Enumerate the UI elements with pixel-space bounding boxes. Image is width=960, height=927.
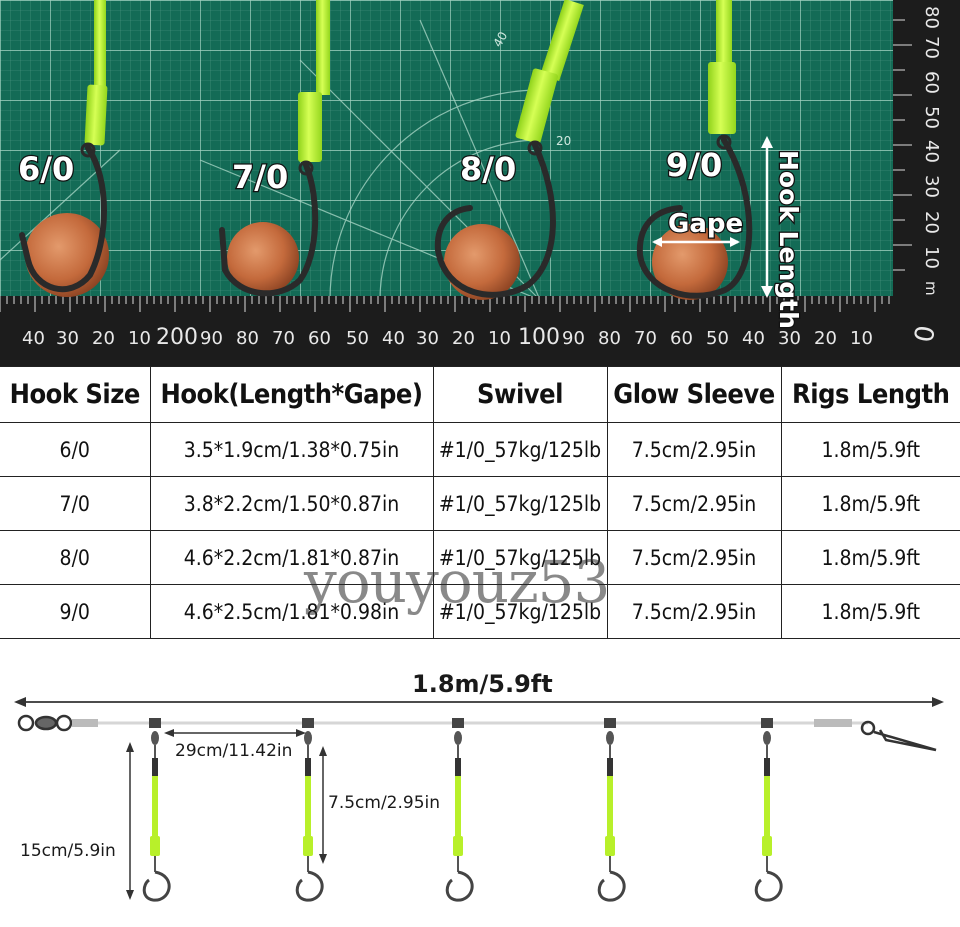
ruler-bottom-number: 70 [272, 328, 295, 349]
ruler-bottom-number: 10 [128, 328, 151, 349]
column-header: Hook(Length*Gape) [149, 366, 434, 423]
hook-spec-table: Hook Size Hook(Length*Gape) Swivel Glow … [0, 366, 960, 639]
total-length-arrow [14, 697, 944, 707]
sleeve-length-arrow [319, 746, 327, 864]
ruler-bottom-number: 30 [416, 328, 439, 349]
table-cell: 1.8m/5.9ft [780, 584, 960, 639]
ruler-bottom-number: 20 [452, 328, 475, 349]
hook-size-photo: 40 20 80 70 60 50 40 30 20 10 mm 40 30 20 1… [0, 0, 960, 366]
ruler-bottom-number: 10 [488, 328, 511, 349]
ruler-right-number: 20 [921, 211, 942, 234]
spacing-label: 29cm/11.42in [175, 741, 292, 761]
table-cell: 4.6*2.5cm/1.81*0.98in [149, 584, 434, 639]
ruler-right-number: 30 [921, 175, 942, 198]
total-length-label: 1.8m/5.9ft [412, 670, 553, 698]
ruler-bottom-number: 40 [22, 328, 45, 349]
ruler-bottom-number: 50 [346, 328, 369, 349]
dropper-rig [597, 718, 626, 902]
penny [444, 224, 520, 300]
dropper-rig [754, 718, 783, 902]
dropper-rig [445, 718, 474, 902]
ruler-right-number: 50 [921, 106, 942, 129]
hook-label-6-0: 6/0 [18, 150, 74, 188]
column-header: Hook Size [0, 366, 151, 423]
column-header: Rigs Length [780, 366, 960, 423]
table-cell: 7.5cm/2.95in [606, 476, 782, 531]
gape-label: Gape [668, 209, 743, 239]
table-cell: #1/0_57kg/125lb [432, 476, 608, 531]
hook-label-7-0: 7/0 [232, 158, 288, 196]
table-cell: 7/0 [0, 476, 151, 531]
ruler-bottom-number: 70 [634, 328, 657, 349]
dropper-length-arrow [126, 742, 134, 900]
table-cell: 7.5cm/2.95in [606, 422, 782, 477]
ruler-bottom-number: 30 [778, 328, 801, 349]
column-header: Swivel [432, 366, 608, 423]
ruler-bottom-number: 50 [706, 328, 729, 349]
table-cell: 1.8m/5.9ft [780, 476, 960, 531]
ruler-right-number: 80 [921, 6, 942, 29]
rig-diagram: 1.8m/5.9ft 29cm/11.42in 7.5cm/2.95in 15c… [0, 640, 960, 927]
table-row: 6/0 3.5*1.9cm/1.38*0.75in #1/0_57kg/125l… [0, 422, 960, 477]
table-cell: #1/0_57kg/125lb [432, 530, 608, 585]
dropper-rig [142, 718, 171, 902]
hook-length-label: Hook Length [774, 150, 803, 329]
ruler-right-number: 70 [921, 36, 942, 59]
table-cell: #1/0_57kg/125lb [432, 422, 608, 477]
column-header: Glow Sleeve [606, 366, 782, 423]
ruler-bottom-number: 30 [56, 328, 79, 349]
ruler-bottom-number: 200 [156, 325, 198, 350]
table-header-row: Hook Size Hook(Length*Gape) Swivel Glow … [0, 366, 960, 423]
mat-number: 20 [556, 134, 571, 148]
spacing-arrow [164, 729, 306, 737]
table-row: 8/0 4.6*2.2cm/1.81*0.87in #1/0_57kg/125l… [0, 530, 960, 585]
ruler-bottom-number: 60 [670, 328, 693, 349]
table-cell: 9/0 [0, 584, 151, 639]
table-cell: 1.8m/5.9ft [780, 530, 960, 585]
ruler-bottom-number: 80 [598, 328, 621, 349]
hook-label-9-0: 9/0 [666, 146, 722, 184]
dropper-rig [295, 718, 324, 902]
table-cell: 3.8*2.2cm/1.50*0.87in [149, 476, 434, 531]
table-row: 7/0 3.8*2.2cm/1.50*0.87in #1/0_57kg/125l… [0, 476, 960, 531]
sleeve-length-label: 7.5cm/2.95in [328, 793, 440, 813]
ruler-right-number: 10 [921, 246, 942, 269]
ruler-bottom-number: 100 [518, 325, 560, 350]
ruler-bottom-number: 80 [236, 328, 259, 349]
ruler-bottom-number: 20 [92, 328, 115, 349]
ruler-bottom-number: 20 [814, 328, 837, 349]
table-cell: 4.6*2.2cm/1.81*0.87in [149, 530, 434, 585]
table-cell: 7.5cm/2.95in [606, 530, 782, 585]
table-cell: #1/0_57kg/125lb [432, 584, 608, 639]
ruler-bottom-number: 40 [382, 328, 405, 349]
table-row: 9/0 4.6*2.5cm/1.81*0.98in #1/0_57kg/125l… [0, 584, 960, 639]
ruler-right-number: 40 [921, 140, 942, 163]
end-swivel-icon [17, 714, 73, 732]
snap-icon [860, 720, 937, 752]
table-cell: 6/0 [0, 422, 151, 477]
table-cell: 3.5*1.9cm/1.38*0.75in [149, 422, 434, 477]
ruler-bottom-number: 40 [742, 328, 765, 349]
ruler-bottom-number: 60 [308, 328, 331, 349]
table-cell: 7.5cm/2.95in [606, 584, 782, 639]
table-cell: 8/0 [0, 530, 151, 585]
ruler-bottom-number: 90 [562, 328, 585, 349]
ruler-right-number: 60 [921, 71, 942, 94]
dropper-length-label: 15cm/5.9in [20, 841, 116, 861]
ruler-bottom-number: 10 [850, 328, 873, 349]
hook-label-8-0: 8/0 [460, 150, 516, 188]
ruler-bottom-number: 90 [200, 328, 223, 349]
table-cell: 1.8m/5.9ft [780, 422, 960, 477]
